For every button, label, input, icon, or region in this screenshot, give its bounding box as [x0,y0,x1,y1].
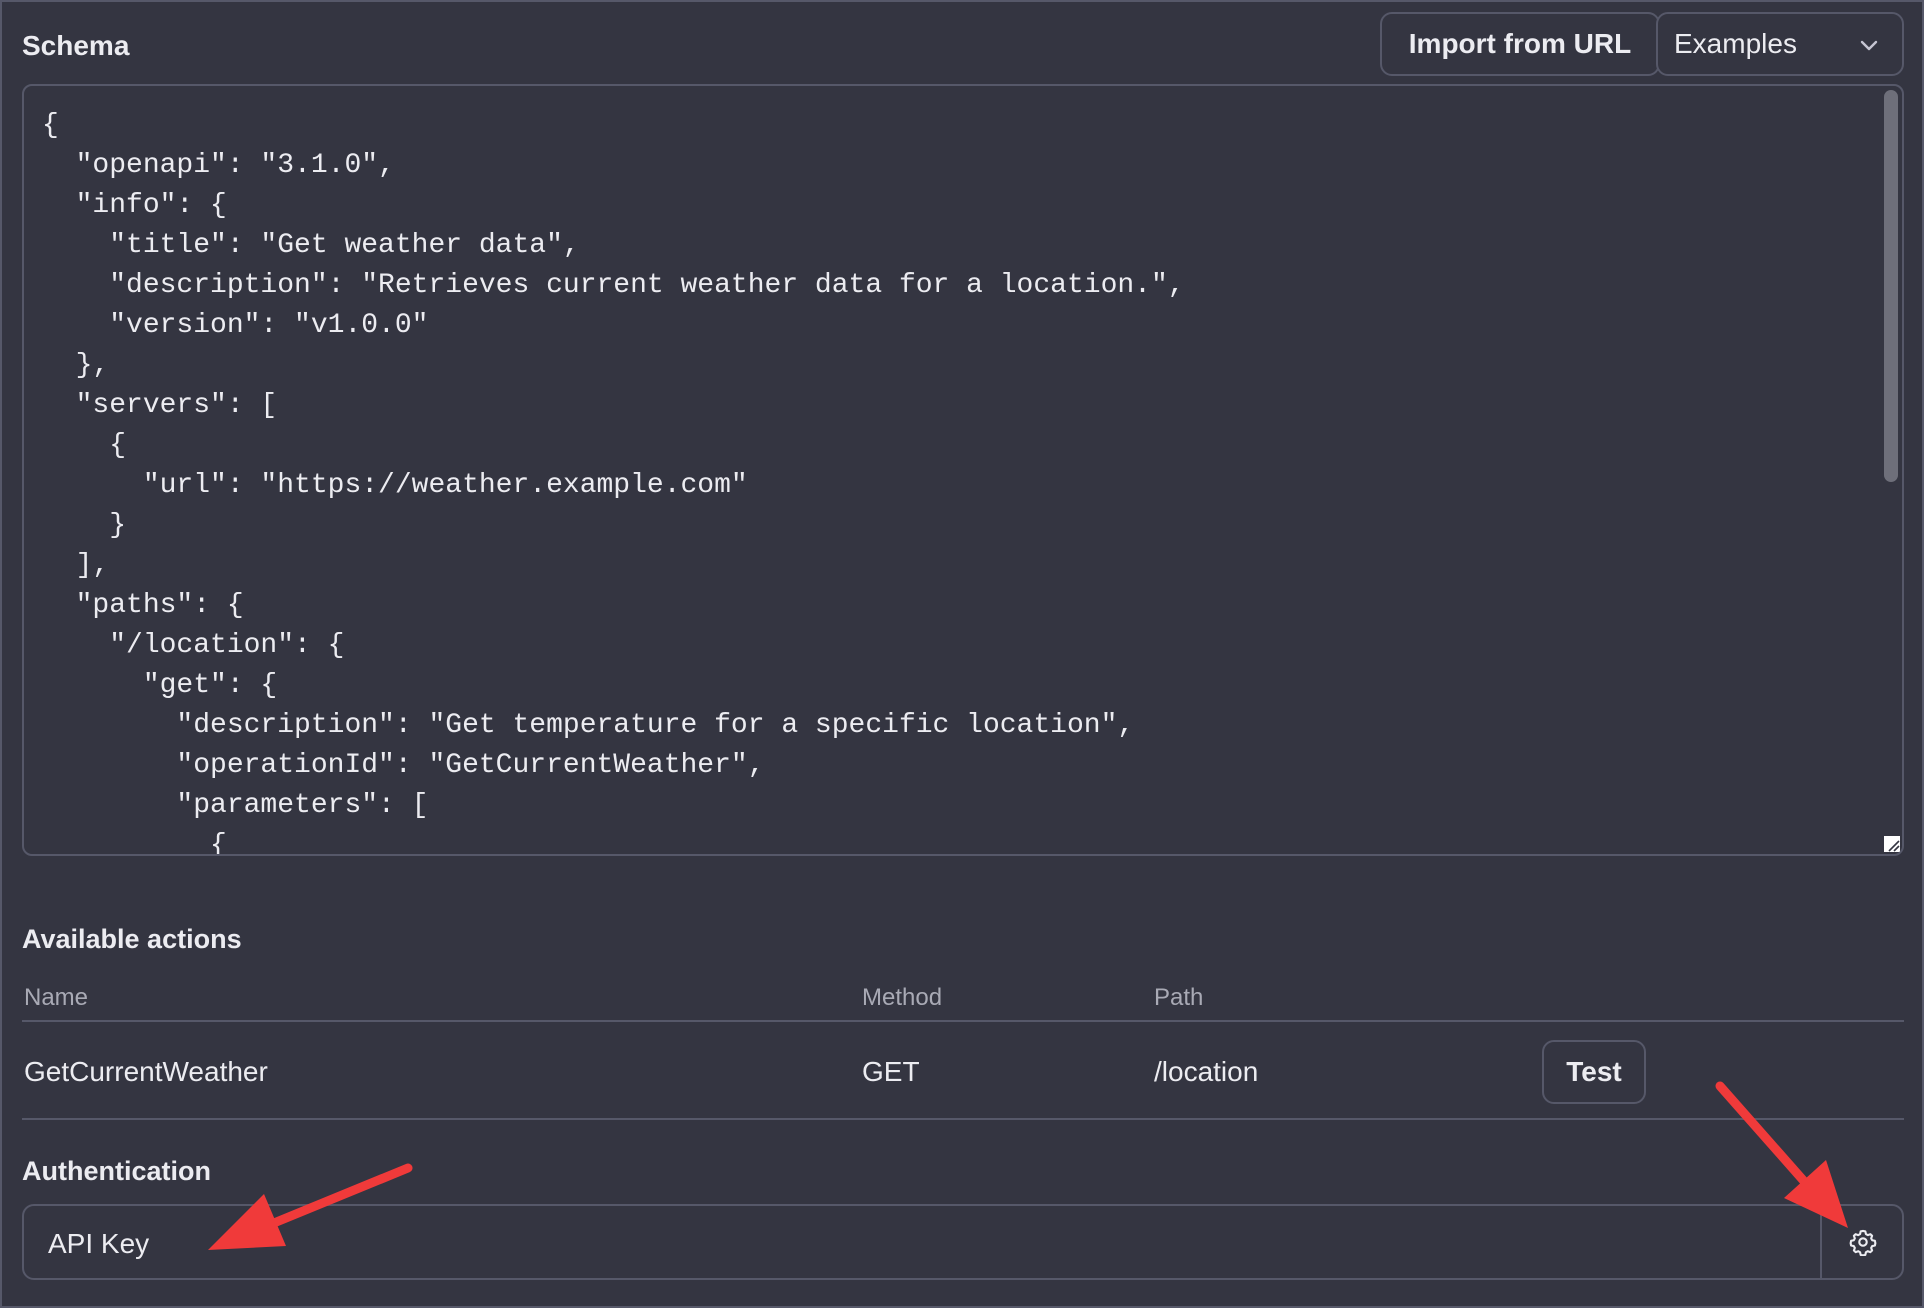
code-line[interactable]: "url": "https://weather.example.com" [42,466,1185,506]
code-line[interactable]: "description": "Retrieves current weathe… [42,266,1184,306]
chevron-down-icon [1860,40,1878,51]
code-line[interactable]: "title": "Get weather data", [42,226,1185,266]
gear-icon [1849,1229,1877,1256]
table-row: GetCurrentWeather GET /location Test [22,1022,1904,1120]
schema-code[interactable]: { "openapi": "3.1.0", "info": { "title":… [42,106,1185,854]
code-line[interactable]: }, [42,346,1185,386]
code-line[interactable]: "paths": { [42,586,1185,626]
authentication-settings-button[interactable] [1822,1206,1904,1278]
action-name: GetCurrentWeather [24,1056,268,1087]
code-line[interactable]: "openapi": "3.1.0", [42,146,1185,186]
editor-scrollbar[interactable] [1884,90,1898,482]
column-header-method: Method [862,984,943,1011]
authentication-value: API Key [48,1228,150,1259]
action-method: GET [862,1056,920,1087]
code-line[interactable]: ], [42,546,1185,586]
authentication-title: Authentication [22,1156,211,1186]
code-line[interactable]: { [42,106,1185,146]
schema-header: Schema Import from URL Examples [22,12,1904,76]
code-line[interactable]: "/location": { [42,626,1185,666]
code-line[interactable]: "servers": [ [42,386,1185,426]
schema-title: Schema [22,30,130,61]
examples-select[interactable]: Examples [1656,12,1904,76]
import-from-url-button[interactable]: Import from URL [1380,12,1660,76]
code-line[interactable]: { [42,826,1185,854]
code-line[interactable]: "operationId": "GetCurrentWeather", [42,746,1185,786]
examples-select-label: Examples [1674,28,1797,59]
code-line[interactable]: "description": "Get temperature for a sp… [42,706,1185,746]
actions-table-header: Name Method Path [22,980,1904,1022]
code-line[interactable]: "version": "v1.0.0" [42,306,1185,346]
code-line[interactable]: "info": { [42,186,1185,226]
code-line[interactable]: } [42,506,1185,546]
code-line[interactable]: "get": { [42,666,1185,706]
action-path: /location [1154,1056,1259,1087]
resize-handle-icon[interactable] [1884,836,1900,852]
available-actions-title: Available actions [22,924,242,954]
schema-code-editor[interactable]: { "openapi": "3.1.0", "info": { "title":… [22,84,1904,856]
test-action-button[interactable]: Test [1542,1040,1646,1104]
code-line[interactable]: "parameters": [ [42,786,1185,826]
action-editor-panel: Schema Import from URL Examples { "opena… [0,0,1924,1308]
column-header-path: Path [1154,984,1204,1011]
code-line[interactable]: { [42,426,1185,466]
column-header-name: Name [24,984,89,1011]
authentication-field[interactable]: API Key [22,1204,1904,1280]
